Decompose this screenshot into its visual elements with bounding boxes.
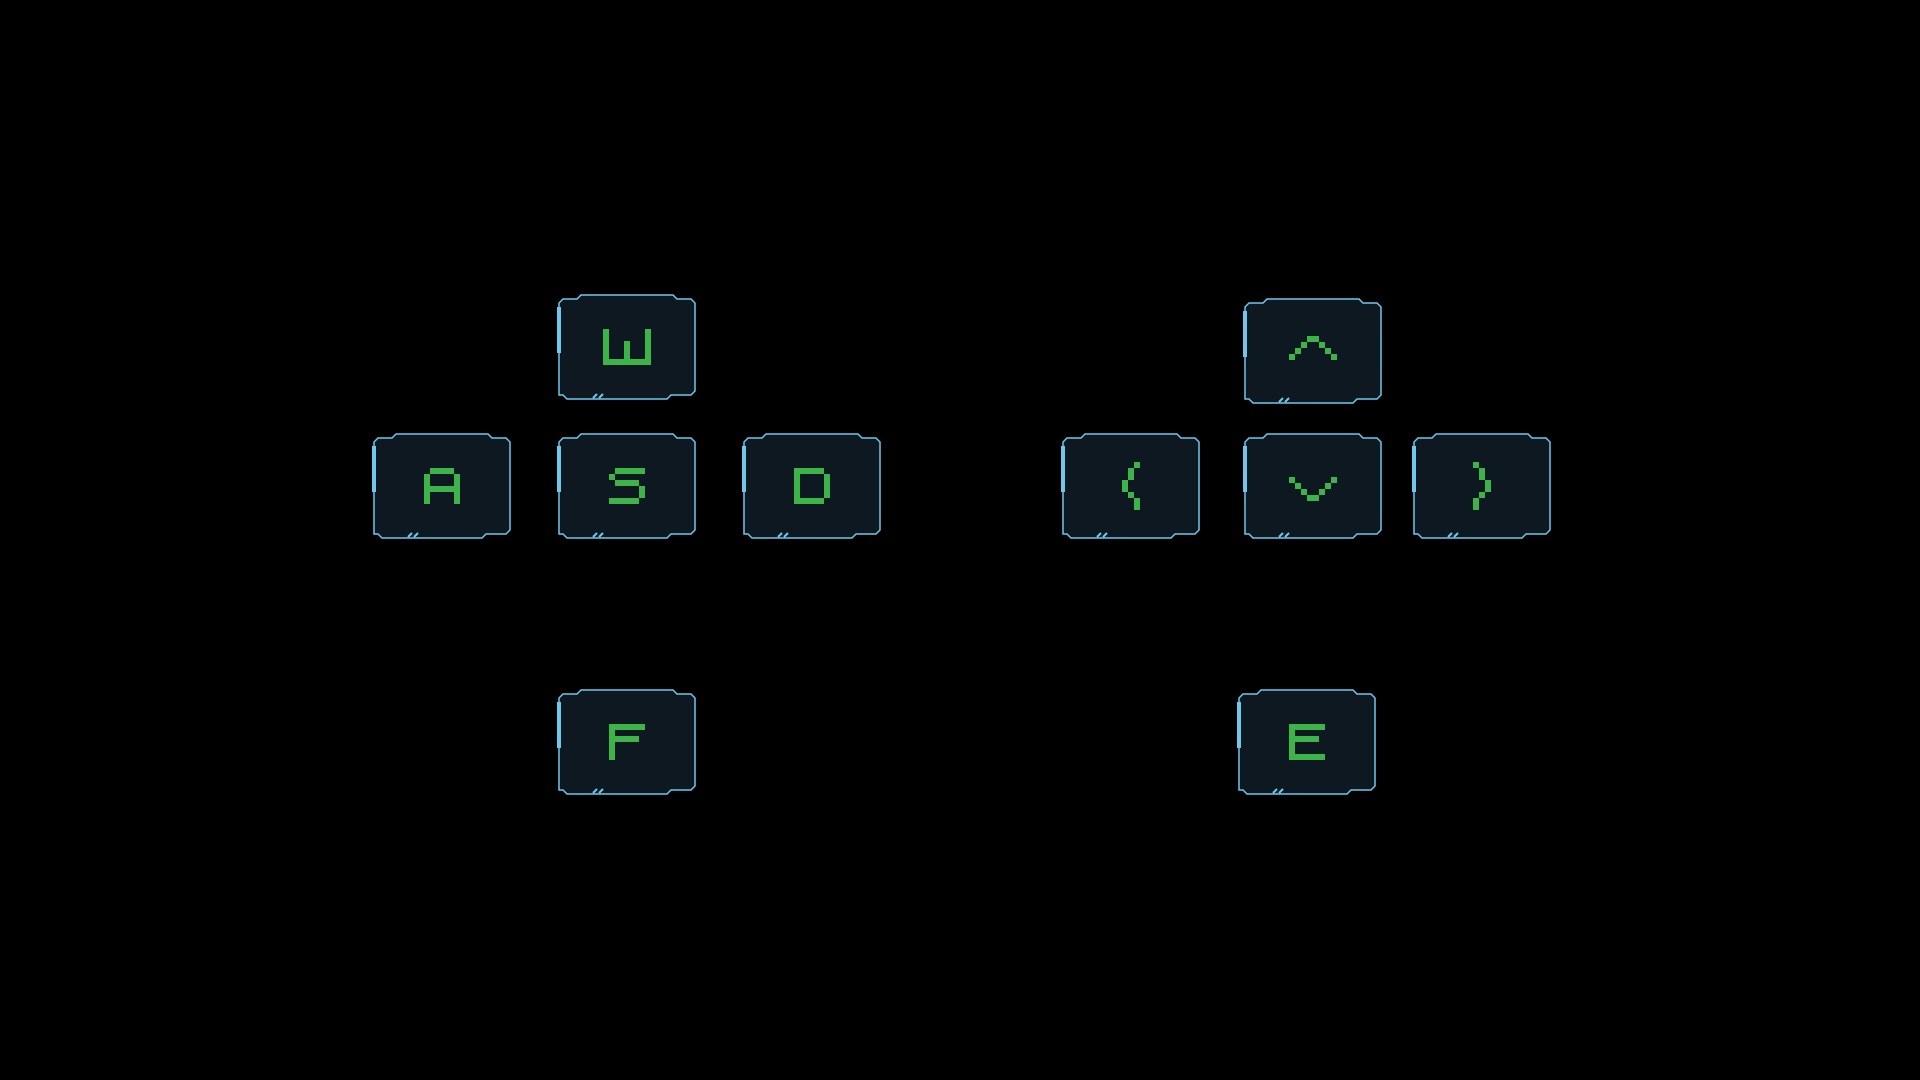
controls-screen: W A <box>0 0 1920 1080</box>
key-d[interactable]: D <box>740 432 884 540</box>
letter-e-icon <box>1235 688 1379 796</box>
letter-w-icon <box>555 293 699 401</box>
key-arrow-left[interactable]: < <box>1059 432 1203 540</box>
key-s[interactable]: S <box>555 432 699 540</box>
arrow-left-icon <box>1059 432 1203 540</box>
key-arrow-up[interactable]: ^ <box>1241 297 1385 405</box>
key-arrow-down[interactable]: v <box>1241 432 1385 540</box>
key-e[interactable]: E <box>1235 688 1379 796</box>
letter-d-icon <box>740 432 884 540</box>
letter-f-icon <box>555 688 699 796</box>
arrow-down-icon <box>1241 432 1385 540</box>
letter-s-icon <box>555 432 699 540</box>
letter-a-icon <box>370 432 514 540</box>
key-a[interactable]: A <box>370 432 514 540</box>
arrow-up-icon <box>1241 297 1385 405</box>
key-arrow-right[interactable]: > <box>1410 432 1554 540</box>
key-w[interactable]: W <box>555 293 699 401</box>
key-f[interactable]: F <box>555 688 699 796</box>
arrow-right-icon <box>1410 432 1554 540</box>
